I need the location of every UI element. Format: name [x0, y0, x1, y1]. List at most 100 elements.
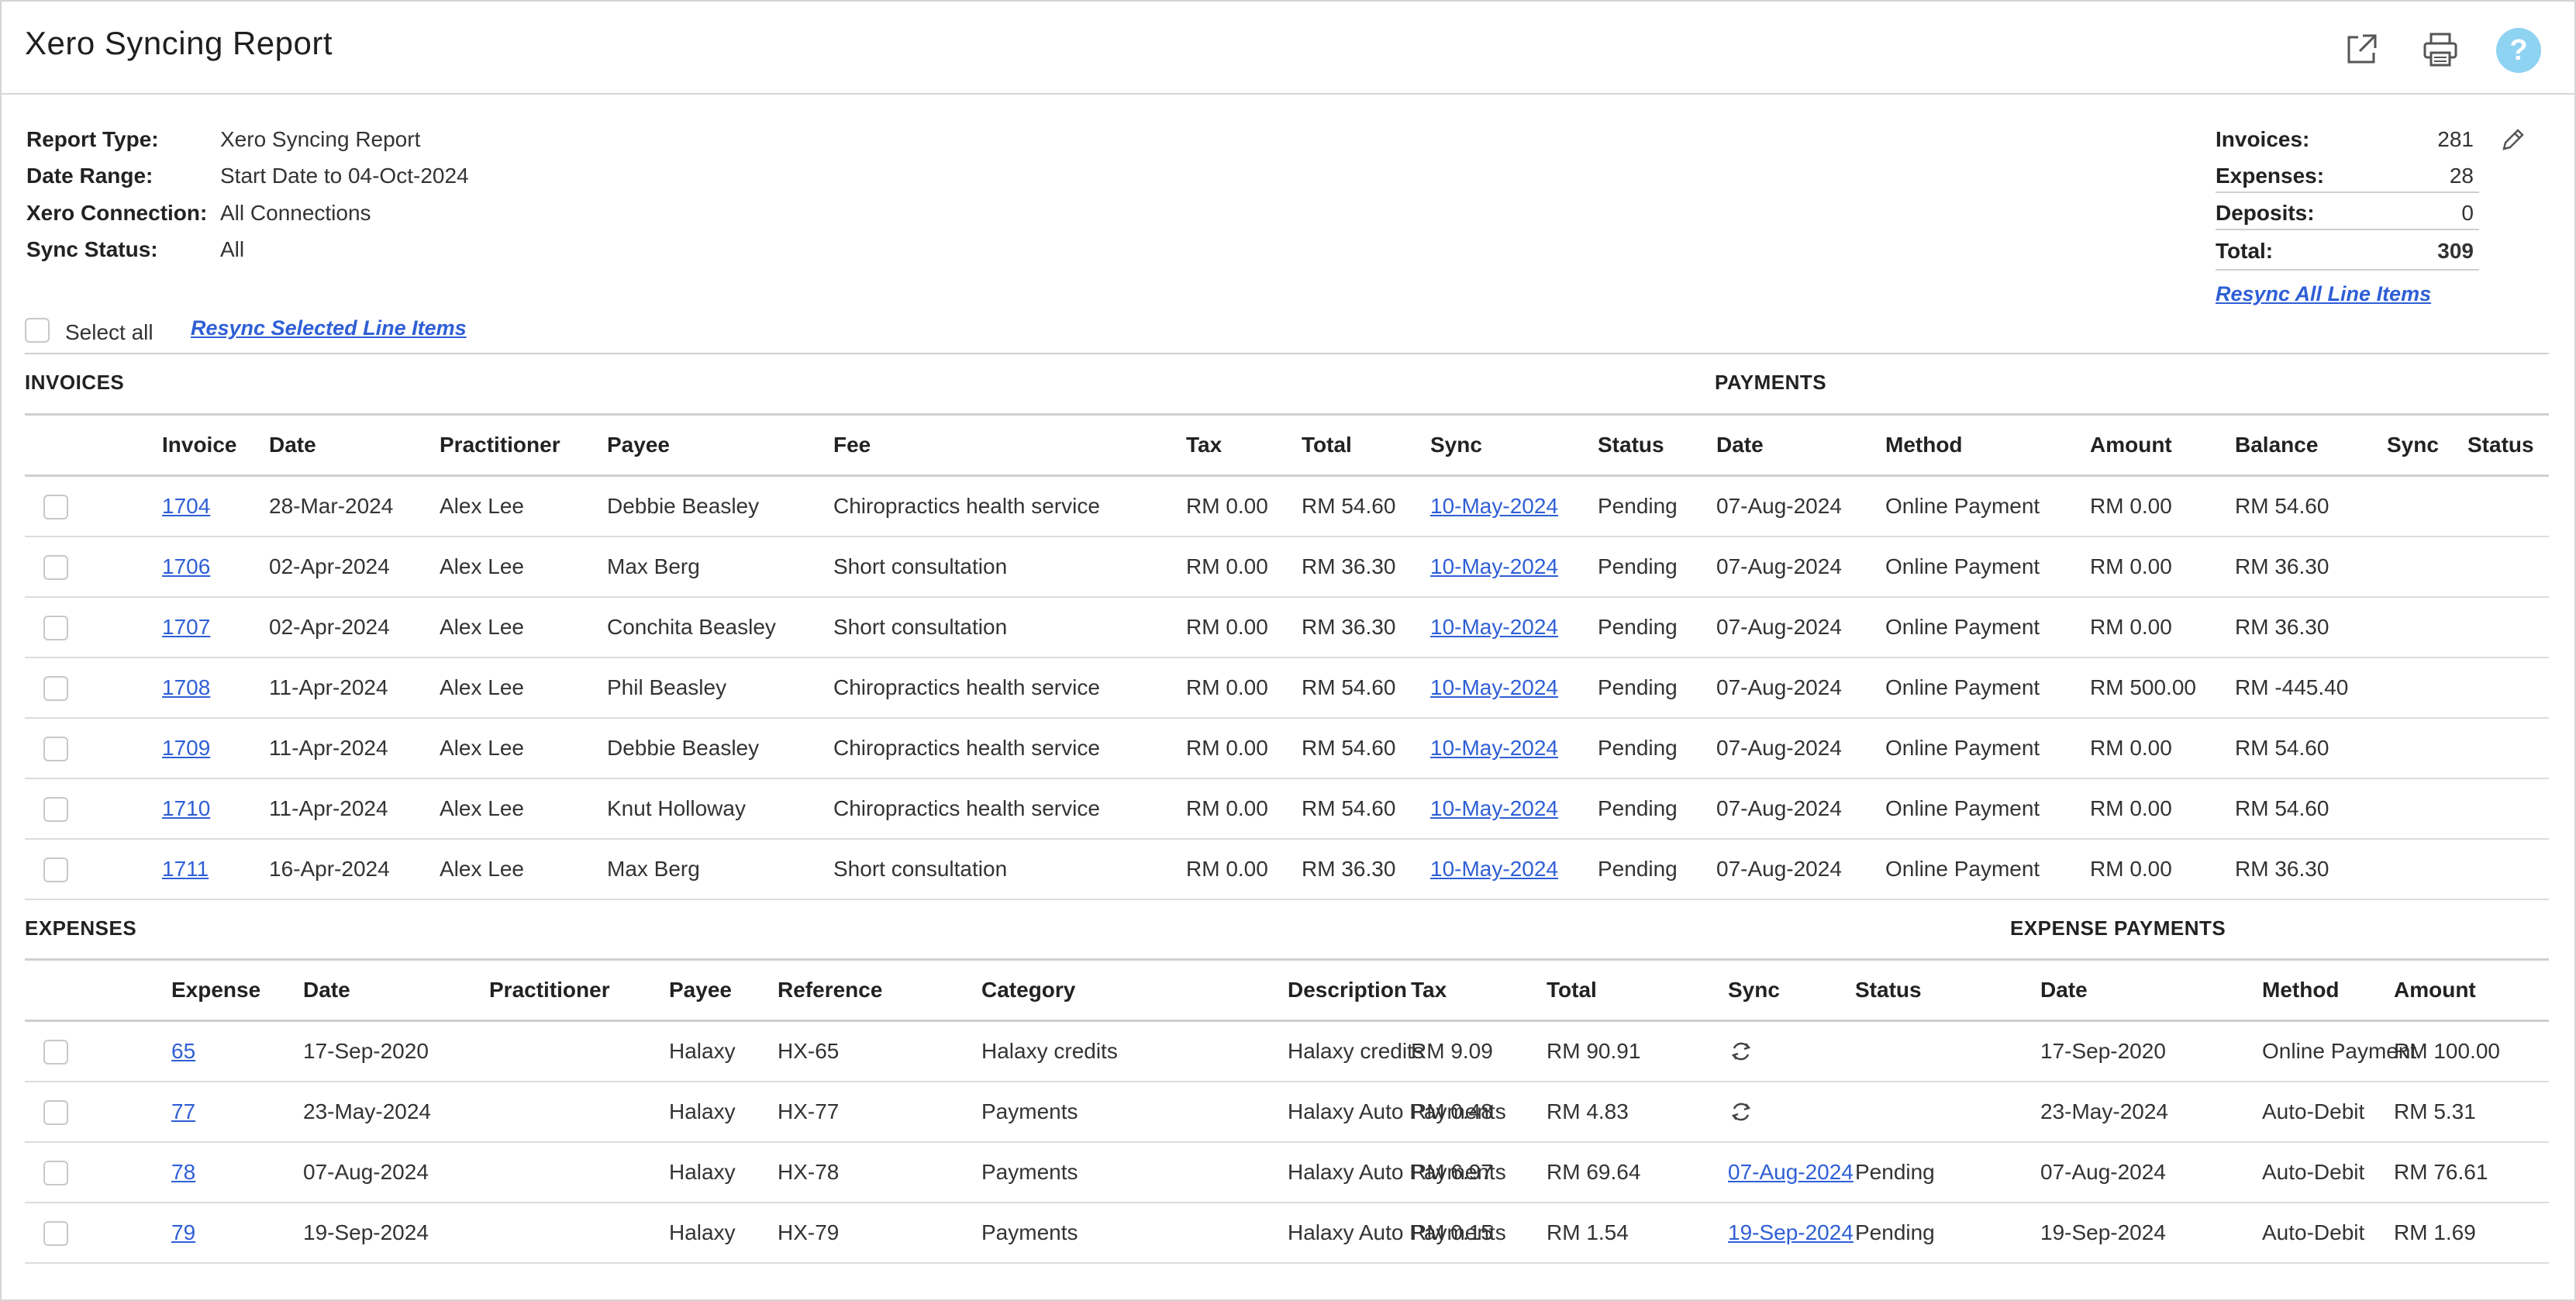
row-checkbox[interactable] — [43, 1220, 68, 1246]
expense-date: 07-Aug-2024 — [303, 1142, 489, 1203]
column-header-description[interactable]: Description — [1288, 961, 1411, 1022]
deposits-count-value: 0 — [2461, 201, 2474, 225]
help-icon[interactable]: ? — [2496, 28, 2541, 73]
column-header-date[interactable]: Date — [269, 416, 440, 477]
invoice-link[interactable]: 1707 — [162, 615, 210, 639]
row-checkbox[interactable] — [43, 554, 68, 580]
total: RM 69.64 — [1547, 1142, 1728, 1203]
row-checkbox[interactable] — [43, 857, 68, 882]
column-header-fee[interactable]: Fee — [833, 416, 1186, 477]
sync-date-link[interactable]: 10-May-2024 — [1430, 675, 1558, 699]
reference: HX-65 — [778, 1020, 981, 1082]
column-header-payee[interactable]: Payee — [669, 961, 778, 1022]
row-checkbox[interactable] — [43, 1160, 68, 1185]
invoices-table: Invoice Date Practitioner Payee Fee Tax … — [25, 416, 2549, 900]
column-header-total[interactable]: Total — [1547, 961, 1728, 1022]
column-header-tax[interactable]: Tax — [1186, 416, 1302, 477]
sync-status: Pending — [1598, 597, 1716, 658]
row-checkbox[interactable] — [43, 615, 68, 640]
payment-method: Online Payment — [2262, 1020, 2416, 1082]
sync-date-link[interactable]: 10-May-2024 — [1430, 857, 1558, 881]
payment-sync — [2387, 778, 2467, 840]
payment-amount: RM 0.00 — [2090, 537, 2235, 598]
practitioner: Alex Lee — [440, 475, 607, 537]
select-all-checkbox[interactable] — [25, 318, 50, 343]
expense-link[interactable]: 79 — [171, 1220, 195, 1244]
sync-date-link[interactable]: 10-May-2024 — [1430, 796, 1558, 820]
refresh-icon[interactable] — [1728, 1099, 1754, 1125]
column-header-date[interactable]: Date — [303, 961, 489, 1022]
sync-date-link[interactable]: 10-May-2024 — [1430, 736, 1558, 760]
column-header-balance[interactable]: Balance — [2235, 416, 2387, 477]
column-header-invoice[interactable]: Invoice — [162, 416, 269, 477]
table-row: 1707 02-Apr-2024 Alex Lee Conchita Beasl… — [25, 597, 2549, 658]
payment-amount: RM 1.69 — [2394, 1203, 2549, 1264]
invoice-link[interactable]: 1709 — [162, 736, 210, 760]
invoice-link[interactable]: 1708 — [162, 675, 210, 699]
invoice-link[interactable]: 1710 — [162, 796, 210, 820]
expense-link[interactable]: 77 — [171, 1099, 195, 1123]
expense-link[interactable]: 78 — [171, 1160, 195, 1184]
practitioner — [489, 1020, 669, 1082]
invoice-link[interactable]: 1706 — [162, 554, 210, 578]
column-header-payment-date[interactable]: Date — [2040, 961, 2262, 1022]
invoice-date: 16-Apr-2024 — [269, 839, 440, 900]
payment-method: Online Payment — [1885, 537, 2090, 598]
column-header-status[interactable]: Status — [1855, 961, 2040, 1022]
sync-date-link[interactable]: 19-Sep-2024 — [1728, 1220, 1854, 1244]
row-checkbox[interactable] — [43, 494, 68, 519]
column-header-sync[interactable]: Sync — [1430, 416, 1598, 477]
invoice-date: 11-Apr-2024 — [269, 778, 440, 840]
row-checkbox[interactable] — [43, 675, 68, 701]
payment-balance: RM 36.30 — [2235, 597, 2387, 658]
sync-date-link[interactable]: 07-Aug-2024 — [1728, 1160, 1854, 1184]
column-header-method[interactable]: Method — [1885, 416, 2090, 477]
column-header-amount[interactable]: Amount — [2090, 416, 2235, 477]
refresh-icon[interactable] — [1728, 1038, 1754, 1065]
column-header-payment-date[interactable]: Date — [1716, 416, 1885, 477]
payee: Max Berg — [607, 839, 833, 900]
column-header-payment-sync[interactable]: Sync — [2387, 416, 2467, 477]
description: Halaxy credits — [1288, 1020, 1424, 1082]
sync-date-link[interactable]: 10-May-2024 — [1430, 615, 1558, 639]
row-checkbox[interactable] — [43, 796, 68, 822]
column-header-expense[interactable]: Expense — [171, 961, 303, 1022]
payment-method: Auto-Debit — [2262, 1203, 2394, 1264]
sync-status: Pending — [1598, 718, 1716, 779]
column-header-payment-status[interactable]: Status — [2467, 416, 2549, 477]
column-header-practitioner[interactable]: Practitioner — [489, 961, 669, 1022]
table-row: 78 07-Aug-2024 Halaxy HX-78 Payments Hal… — [25, 1142, 2549, 1203]
table-row: 65 17-Sep-2020 Halaxy HX-65 Halaxy credi… — [25, 1020, 2549, 1082]
payee: Debbie Beasley — [607, 718, 833, 779]
expenses-table: Expense Date Practitioner Payee Referenc… — [25, 961, 2549, 1264]
expense-link[interactable]: 65 — [171, 1039, 195, 1063]
resync-all-link[interactable]: Resync All Line Items — [2216, 282, 2431, 306]
invoice-link[interactable]: 1711 — [162, 857, 209, 881]
row-checkbox[interactable] — [43, 1099, 68, 1125]
column-header-reference[interactable]: Reference — [778, 961, 981, 1022]
sync-date-link[interactable]: 10-May-2024 — [1430, 494, 1558, 518]
invoice-link[interactable]: 1704 — [162, 494, 210, 518]
edit-pencil-icon[interactable] — [2499, 126, 2527, 154]
fee: Short consultation — [833, 597, 1186, 658]
practitioner: Alex Lee — [440, 537, 607, 598]
external-link-icon[interactable] — [2343, 31, 2380, 68]
column-header-amount[interactable]: Amount — [2394, 961, 2549, 1022]
column-header-practitioner[interactable]: Practitioner — [440, 416, 607, 477]
row-checkbox[interactable] — [43, 736, 68, 761]
column-header-status[interactable]: Status — [1598, 416, 1716, 477]
printer-icon[interactable] — [2422, 31, 2459, 68]
fee: Chiropractics health service — [833, 475, 1186, 537]
column-header-sync[interactable]: Sync — [1728, 961, 1855, 1022]
row-checkbox[interactable] — [43, 1039, 68, 1065]
payment-status — [2467, 475, 2549, 537]
column-header-total[interactable]: Total — [1302, 416, 1430, 477]
xero-connection-value: All Connections — [220, 201, 371, 225]
column-header-payee[interactable]: Payee — [607, 416, 833, 477]
sync-status-value: All — [220, 237, 245, 261]
column-header-tax[interactable]: Tax — [1411, 961, 1547, 1022]
sync-date-link[interactable]: 10-May-2024 — [1430, 554, 1558, 578]
resync-selected-link[interactable]: Resync Selected Line Items — [191, 316, 467, 340]
column-header-category[interactable]: Category — [981, 961, 1288, 1022]
column-header-method[interactable]: Method — [2262, 961, 2394, 1022]
